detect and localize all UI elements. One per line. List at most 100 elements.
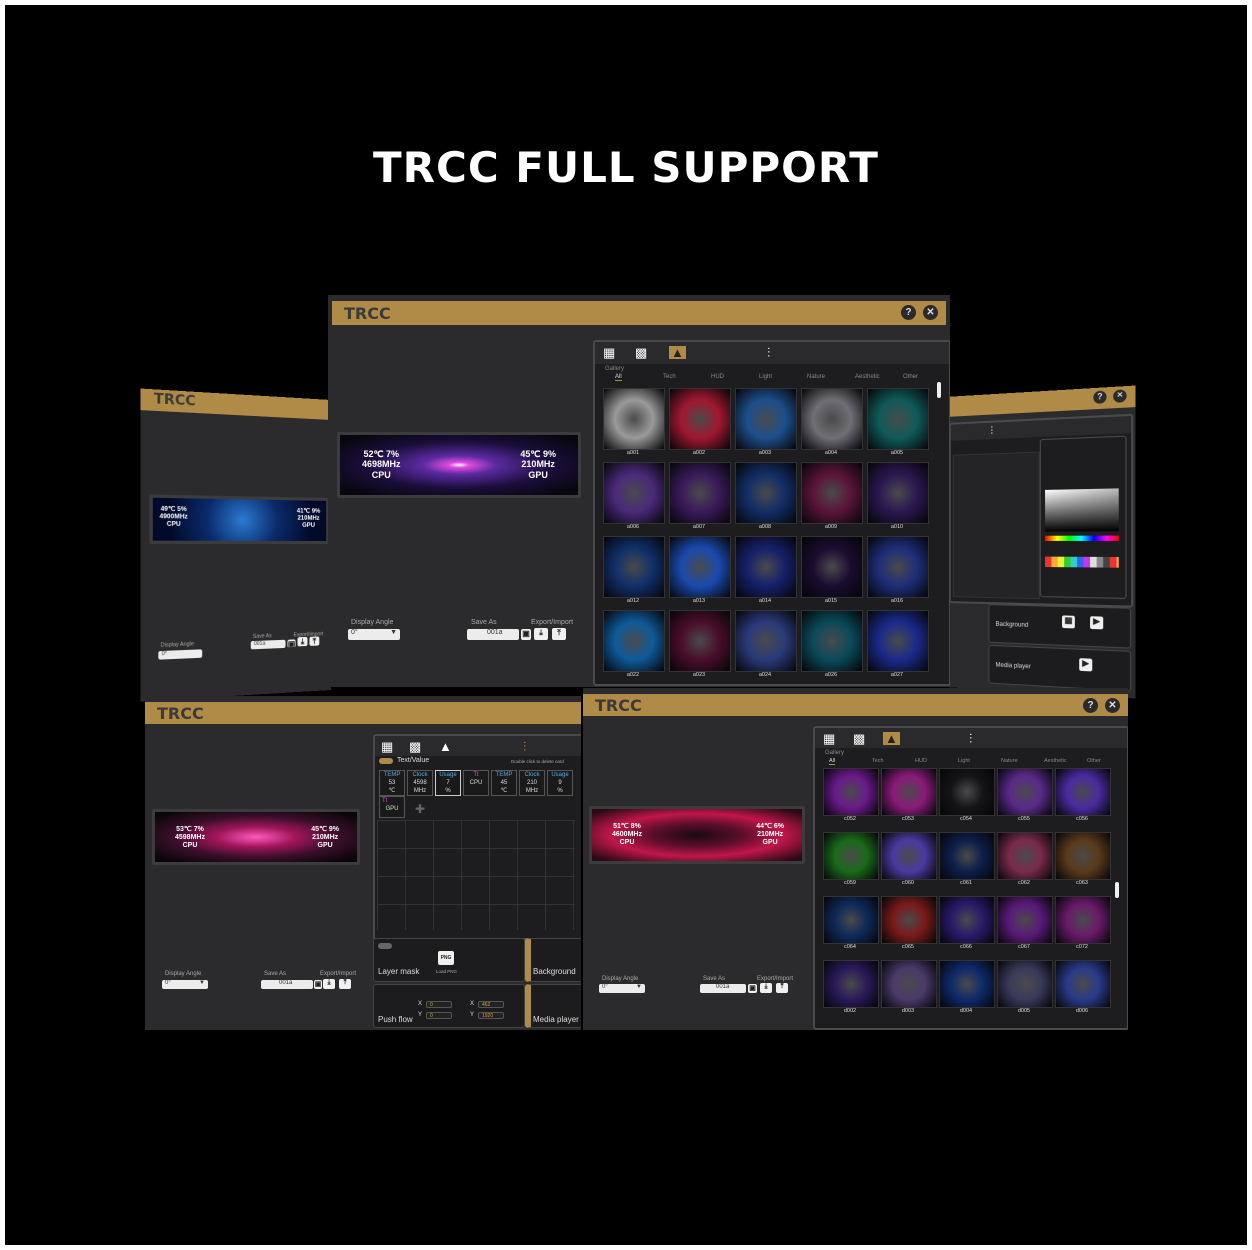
gallery-thumbnail[interactable] [939, 896, 995, 944]
gallery-thumbnail[interactable] [939, 960, 995, 1008]
gallery-thumbnail[interactable] [801, 536, 863, 598]
gallery-thumbnail[interactable] [997, 896, 1053, 944]
import-icon[interactable]: ⤒ [309, 636, 320, 646]
add-card-icon[interactable]: ✚ [415, 802, 425, 816]
play-icon[interactable]: ▶ [1079, 658, 1093, 672]
save-icon[interactable]: ▣ [521, 629, 531, 640]
media-player-section[interactable]: Media player ▶ [988, 644, 1132, 692]
text-value-card[interactable]: Clock 210 MHz [519, 770, 545, 796]
save-as-field[interactable]: 001a [700, 984, 746, 993]
gallery-thumbnail[interactable] [603, 536, 665, 598]
gallery-thumbnail[interactable] [1055, 896, 1111, 944]
display-angle-select[interactable]: 0° ▼ [599, 984, 645, 993]
gallery-thumbnail[interactable] [801, 388, 863, 450]
gallery-thumbnail[interactable] [997, 832, 1053, 880]
category-tab[interactable]: All [829, 758, 836, 765]
image-icon[interactable]: ▲ [439, 740, 452, 753]
help-icon[interactable]: ? [1083, 698, 1098, 713]
gallery-thumbnail[interactable] [1055, 832, 1111, 880]
text-value-card[interactable]: TEMP 53 ℃ [379, 770, 405, 796]
gallery-thumbnail[interactable] [735, 462, 797, 524]
gallery-thumbnail[interactable] [1055, 960, 1111, 1008]
save-as-field[interactable]: 001a [261, 980, 313, 989]
category-tab[interactable]: Nature [807, 374, 825, 380]
category-tab[interactable]: Light [958, 758, 970, 764]
push-flow-section[interactable]: Push flow X 0 Y 0 X 462 Y 1920 [373, 984, 525, 1028]
gallery-thumbnail[interactable] [603, 388, 665, 450]
category-tab[interactable]: Nature [1001, 758, 1018, 764]
background-section[interactable]: Background ▦ ▶ [988, 604, 1132, 649]
close-icon[interactable]: ✕ [1113, 389, 1127, 403]
text-value-card[interactable]: TEMP 45 ℃ [491, 770, 517, 796]
gallery-thumbnail[interactable] [603, 462, 665, 524]
y-field-1[interactable]: 0 [426, 1012, 452, 1019]
gallery-thumbnail[interactable] [997, 768, 1053, 816]
export-icon[interactable]: ⤓ [323, 979, 335, 989]
import-icon[interactable]: ⤒ [776, 983, 788, 993]
category-tab[interactable]: Aesthetic [855, 374, 880, 380]
gallery-thumbnail[interactable] [823, 832, 879, 880]
gallery-thumbnail[interactable] [939, 832, 995, 880]
gallery-thumbnail[interactable] [939, 768, 995, 816]
display-angle-select[interactable]: 0° ▼ [348, 629, 400, 640]
gallery-thumbnail[interactable] [881, 768, 937, 816]
help-icon[interactable]: ? [1093, 390, 1107, 404]
text-value-card[interactable]: Tt CPU [463, 770, 489, 796]
save-as-field[interactable]: 001a [250, 639, 286, 650]
display-angle-select[interactable]: 0° ▼ [162, 980, 208, 989]
category-tab[interactable]: Tech [872, 758, 884, 764]
toggle-switch[interactable] [379, 758, 393, 764]
grid-plus-icon[interactable]: ▩ [853, 732, 865, 745]
gallery-thumbnail[interactable] [669, 462, 731, 524]
grid-icon[interactable]: ▦ [603, 346, 615, 359]
gallery-thumbnail[interactable] [867, 462, 929, 524]
text-value-card[interactable]: Usage 9% [547, 770, 573, 796]
toggle-switch[interactable] [378, 943, 392, 949]
x-field-2[interactable]: 462 [478, 1001, 504, 1008]
sliders-icon[interactable]: ⫶ [767, 346, 770, 359]
help-icon[interactable]: ? [901, 305, 916, 320]
gallery-thumbnail[interactable] [867, 388, 929, 450]
load-image-icon[interactable]: ▦ [1062, 615, 1075, 629]
category-tab[interactable]: Other [1087, 758, 1101, 764]
close-icon[interactable]: ✕ [923, 305, 938, 320]
display-angle-select[interactable]: 0° [158, 649, 203, 660]
save-as-field[interactable]: 001a [467, 629, 519, 640]
x-field-1[interactable]: 0 [426, 1001, 452, 1008]
gallery-thumbnail[interactable] [881, 832, 937, 880]
gallery-thumbnail[interactable] [881, 896, 937, 944]
gallery-thumbnail[interactable] [735, 610, 797, 672]
swatches[interactable] [1045, 556, 1119, 568]
gpu-card[interactable]: Tt GPU [379, 796, 405, 818]
load-video-icon[interactable]: ▶ [1090, 616, 1104, 630]
category-tab[interactable]: Other [903, 374, 918, 380]
gallery-thumbnail[interactable] [669, 388, 731, 450]
category-tab[interactable]: HUD [915, 758, 927, 764]
layer-mask-section[interactable]: Layer mask PNG Load PNG [373, 938, 525, 982]
category-tab[interactable]: Light [759, 374, 772, 380]
grid-icon[interactable]: ▦ [823, 732, 835, 745]
category-tab[interactable]: All [615, 374, 622, 381]
sliders-icon[interactable]: ⫶ [969, 732, 972, 745]
gallery-thumbnail[interactable] [669, 610, 731, 672]
category-tab[interactable]: HUD [711, 374, 724, 380]
hue-bar[interactable] [1045, 535, 1119, 541]
gallery-thumbnail[interactable] [997, 960, 1053, 1008]
gallery-thumbnail[interactable] [801, 462, 863, 524]
image-icon[interactable]: ▲ [883, 732, 900, 745]
gallery-thumbnail[interactable] [735, 536, 797, 598]
gallery-thumbnail[interactable] [1055, 768, 1111, 816]
gallery-thumbnail[interactable] [823, 896, 879, 944]
png-icon[interactable]: PNG [438, 951, 454, 965]
color-gradient[interactable] [1045, 488, 1119, 532]
text-value-card[interactable]: Clock 4598 MHz [407, 770, 433, 796]
text-value-card[interactable]: Usage 7% [435, 770, 461, 796]
gallery-thumbnail[interactable] [823, 768, 879, 816]
gallery-thumbnail[interactable] [867, 610, 929, 672]
media-player-section[interactable]: Media player [525, 984, 581, 1028]
save-icon[interactable]: ▣ [748, 984, 757, 993]
close-icon[interactable]: ✕ [1105, 698, 1120, 713]
background-section[interactable]: Background [525, 938, 581, 982]
image-icon[interactable]: ▲ [669, 346, 686, 359]
gallery-thumbnail[interactable] [669, 536, 731, 598]
